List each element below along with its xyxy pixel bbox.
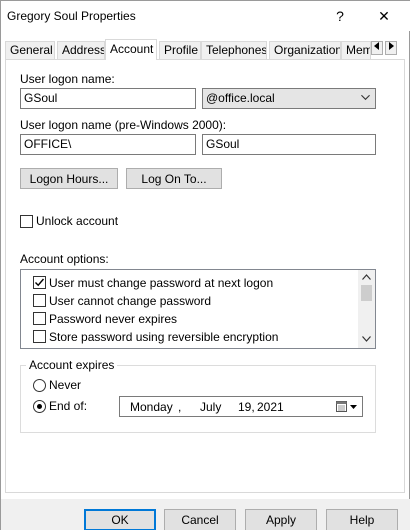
upn-suffix-value: @office.local	[206, 91, 275, 105]
cancel-button[interactable]: Cancel	[164, 509, 236, 530]
option-checkbox-reversible[interactable]	[33, 330, 46, 343]
expiry-date-picker[interactable]: Monday , July 19, 2021	[119, 396, 363, 417]
tab-organization[interactable]: Organization	[269, 41, 341, 59]
pre2000-name-input[interactable]: GSoul	[202, 134, 376, 155]
scroll-up-icon[interactable]	[362, 274, 371, 280]
never-radio[interactable]	[33, 379, 46, 392]
logon-hours-button[interactable]: Logon Hours...	[20, 168, 118, 189]
date-month[interactable]: July	[200, 400, 221, 414]
apply-button[interactable]: Apply	[245, 509, 317, 530]
date-separator: ,	[178, 400, 182, 414]
chevron-down-icon	[361, 94, 370, 101]
close-button[interactable]: ✕	[361, 1, 407, 31]
checkmark-icon	[35, 278, 45, 287]
dialog-footer: OK Cancel Apply Help	[1, 499, 410, 530]
logon-name-input[interactable]: GSoul	[20, 88, 196, 109]
date-day[interactable]: 19,	[238, 400, 255, 414]
never-label: Never	[49, 378, 82, 392]
end-of-label: End of:	[49, 399, 88, 413]
option-checkbox-cannot-change[interactable]	[33, 294, 46, 307]
calendar-dropdown-icon[interactable]	[336, 401, 358, 413]
scroll-thumb[interactable]	[361, 285, 372, 301]
window-title: Gregory Soul Properties	[7, 9, 136, 23]
list-item[interactable]: Store password using reversible encrypti…	[21, 328, 351, 346]
option-label: User must change password at next logon	[49, 276, 274, 290]
tab-strip: General Address Account Profile Telephon…	[5, 39, 407, 60]
tab-member-of[interactable]: Mem	[341, 41, 371, 59]
date-weekday[interactable]: Monday	[130, 400, 173, 414]
tab-address[interactable]: Address	[57, 41, 105, 59]
ok-button[interactable]: OK	[84, 509, 156, 530]
left-arrow-icon	[374, 42, 379, 50]
unlock-account-label: Unlock account	[36, 214, 119, 228]
options-scrollbar[interactable]	[358, 270, 375, 348]
account-options-list[interactable]: User must change password at next logon …	[20, 269, 376, 349]
close-icon: ✕	[378, 7, 390, 24]
option-label: Store password using reversible encrypti…	[49, 330, 279, 344]
logon-name-label: User logon name:	[20, 72, 115, 86]
unlock-account-checkbox[interactable]	[20, 215, 33, 228]
tab-profile[interactable]: Profile	[159, 41, 201, 59]
option-label: User cannot change password	[49, 294, 212, 308]
option-checkbox-must-change[interactable]	[33, 276, 46, 289]
upn-suffix-select[interactable]: @office.local	[202, 88, 376, 109]
help-button[interactable]: Help	[326, 509, 398, 530]
option-label: Password never expires	[49, 312, 178, 326]
title-bar: Gregory Soul Properties ? ✕	[1, 1, 410, 31]
tab-general[interactable]: General	[5, 41, 55, 59]
account-options-label: Account options:	[20, 252, 109, 266]
log-on-to-button[interactable]: Log On To...	[126, 168, 222, 189]
list-item[interactable]: User cannot change password	[21, 292, 351, 310]
tab-telephones[interactable]: Telephones	[201, 41, 267, 59]
list-item[interactable]: User must change password at next logon	[21, 274, 351, 292]
help-title-button[interactable]: ?	[317, 1, 363, 31]
list-item[interactable]: Password never expires	[21, 310, 351, 328]
date-year[interactable]: 2021	[257, 400, 284, 414]
right-arrow-icon	[389, 42, 394, 50]
question-icon: ?	[336, 8, 344, 24]
pre2000-domain-field: OFFICE\	[20, 134, 196, 155]
tab-scroll-right[interactable]	[385, 41, 397, 55]
tab-account[interactable]: Account	[105, 39, 157, 60]
end-of-radio[interactable]	[33, 400, 46, 413]
account-expires-label: Account expires	[26, 358, 118, 372]
pre2000-label: User logon name (pre-Windows 2000):	[20, 118, 227, 132]
tab-scroll-left[interactable]	[371, 41, 383, 55]
option-checkbox-never-expires[interactable]	[33, 312, 46, 325]
properties-dialog: Gregory Soul Properties ? ✕ General Addr…	[0, 0, 410, 530]
scroll-down-icon[interactable]	[362, 336, 371, 342]
account-tab-panel: User logon name: GSoul @office.local Use…	[5, 59, 405, 493]
